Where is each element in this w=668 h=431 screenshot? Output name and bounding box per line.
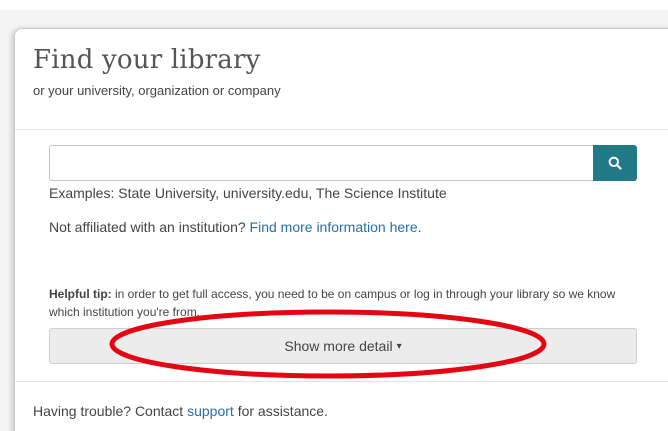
support-note-suffix: for assistance. (237, 403, 328, 419)
top-strip (0, 0, 668, 10)
helpful-tip-text: in order to get full access, you need to… (49, 287, 616, 319)
find-more-info-link[interactable]: Find more information here (250, 219, 418, 235)
show-more-detail-button[interactable]: Show more detail ▾ (49, 328, 637, 364)
search-examples-hint: Examples: State University, university.e… (49, 185, 447, 201)
affiliation-note: Not affiliated with an institution? Find… (49, 219, 422, 235)
support-link[interactable]: support (187, 403, 234, 419)
search-button[interactable] (593, 145, 637, 181)
find-library-dialog: Find your library or your university, or… (14, 28, 668, 431)
helpful-tip-label: Helpful tip: (49, 287, 112, 301)
caret-down-icon: ▾ (396, 340, 402, 352)
dialog-footer: Having trouble? Contact support for assi… (15, 381, 668, 431)
page-background: Find your library or your university, or… (0, 0, 668, 431)
dialog-header: Find your library or your university, or… (15, 29, 668, 130)
show-more-detail-label: Show more detail (284, 338, 393, 354)
dialog-title: Find your library (33, 45, 261, 75)
dialog-subtitle: or your university, organization or comp… (33, 83, 281, 98)
search-icon (608, 156, 622, 170)
institution-search-input[interactable] (49, 145, 593, 181)
support-note: Having trouble? Contact support for assi… (33, 403, 328, 419)
helpful-tip: Helpful tip: in order to get full access… (49, 285, 639, 321)
affiliation-suffix: . (417, 219, 422, 235)
affiliation-prefix: Not affiliated with an institution? (49, 219, 246, 235)
support-note-prefix: Having trouble? Contact (33, 403, 184, 419)
